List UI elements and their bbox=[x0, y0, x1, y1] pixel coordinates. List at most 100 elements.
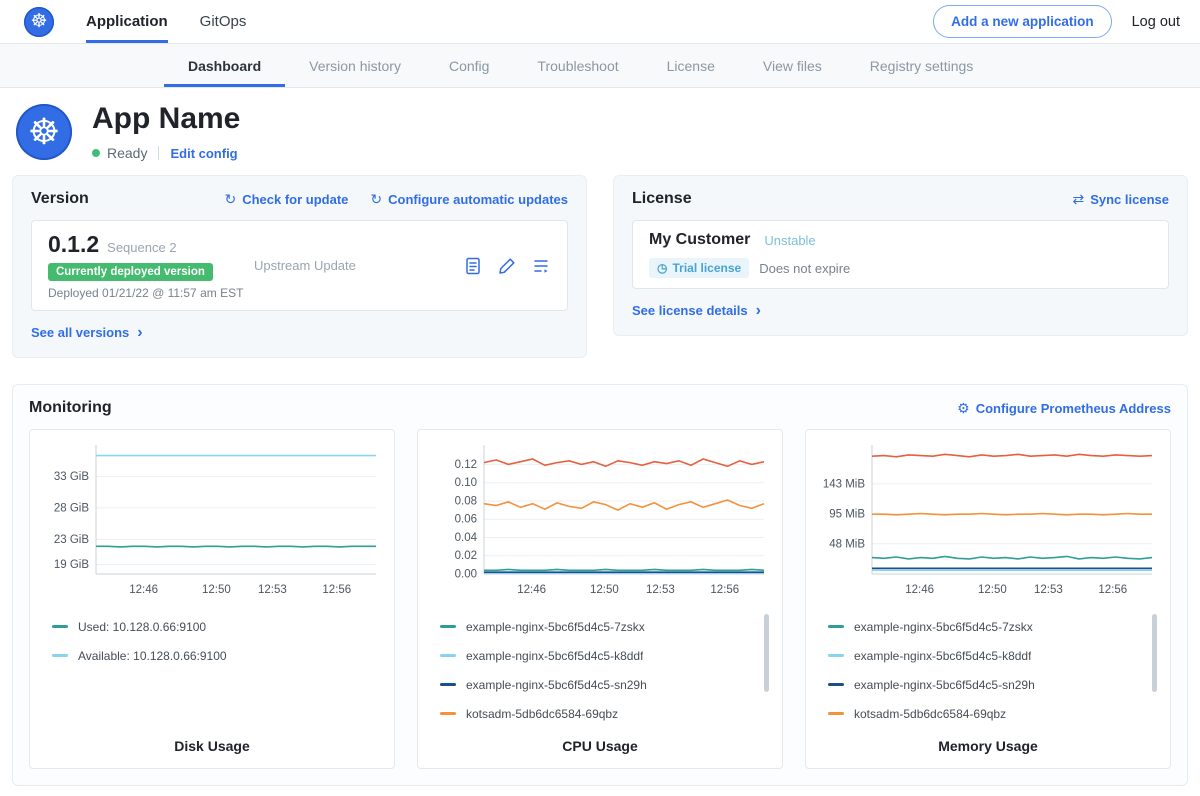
disk-usage-chart: 33 GiB28 GiB23 GiB19 GiB12:4612:5012:531… bbox=[40, 440, 384, 598]
sequence-label: Sequence 2 bbox=[107, 240, 176, 255]
legend-item[interactable]: example-nginx-5bc6f5d4c5-sn29h bbox=[828, 670, 1144, 699]
subnav-tab-license[interactable]: License bbox=[643, 44, 739, 87]
svg-text:0.08: 0.08 bbox=[455, 495, 477, 507]
trial-license-label: Trial license bbox=[672, 261, 741, 275]
legend-label: kotsadm-5db6dc6584-69qbz bbox=[466, 707, 618, 721]
expiry-text: Does not expire bbox=[759, 261, 850, 276]
legend-swatch bbox=[828, 654, 844, 657]
divider bbox=[158, 146, 159, 160]
deploy-logs-icon[interactable] bbox=[531, 256, 551, 276]
check-for-update-label: Check for update bbox=[242, 192, 348, 207]
edit-config-link[interactable]: Edit config bbox=[170, 146, 237, 161]
license-box: My Customer Unstable ◷ Trial license Doe… bbox=[632, 220, 1169, 289]
subnav-tab-version-history[interactable]: Version history bbox=[285, 44, 425, 87]
disk-usage-legend: Used: 10.128.0.66:9100 Available: 10.128.… bbox=[40, 612, 384, 670]
configure-auto-updates-link[interactable]: ↻ Configure automatic updates bbox=[370, 192, 568, 207]
version-card-title: Version bbox=[31, 190, 89, 208]
monitoring-section: Monitoring ⚙ Configure Prometheus Addres… bbox=[12, 384, 1188, 786]
gear-icon: ⚙ bbox=[957, 401, 970, 415]
legend-item[interactable]: kotsadm-5db6dc6584-69qbz bbox=[440, 699, 756, 728]
see-all-versions-label: See all versions bbox=[31, 325, 129, 340]
memory-usage-chart: 143 MiB95 MiB48 MiB12:4612:5012:5312:56 bbox=[816, 440, 1160, 598]
legend-label: example-nginx-5bc6f5d4c5-sn29h bbox=[466, 678, 647, 692]
svg-text:0.04: 0.04 bbox=[455, 532, 478, 544]
legend-label: kotsadm-5db6dc6584-69qbz bbox=[854, 707, 1006, 721]
cpu-usage-chart: 0.120.100.080.060.040.020.0012:4612:5012… bbox=[428, 440, 772, 598]
legend-swatch bbox=[828, 712, 844, 715]
legend-swatch bbox=[440, 654, 456, 657]
deployed-timestamp: Deployed 01/21/22 @ 11:57 am EST bbox=[48, 286, 254, 300]
svg-text:0.10: 0.10 bbox=[455, 477, 477, 489]
svg-text:33 GiB: 33 GiB bbox=[54, 471, 89, 483]
chevron-right-icon: › bbox=[137, 325, 142, 341]
subnav-tab-troubleshoot[interactable]: Troubleshoot bbox=[513, 44, 642, 87]
chevron-right-icon: › bbox=[756, 303, 761, 319]
legend-item[interactable]: example-nginx-5bc6f5d4c5-7zskx bbox=[828, 612, 1144, 641]
topnav-tabs: Application GitOps bbox=[54, 0, 246, 43]
app-logo: ☸ bbox=[16, 104, 72, 160]
license-card-title: License bbox=[632, 190, 692, 208]
legend-item[interactable]: Available: 10.128.0.66:9100 bbox=[52, 641, 384, 670]
memory-usage-title: Memory Usage bbox=[816, 728, 1160, 760]
subnav-tab-view-files[interactable]: View files bbox=[739, 44, 846, 87]
subnav-tab-registry-settings[interactable]: Registry settings bbox=[846, 44, 997, 87]
status-text: Ready bbox=[107, 145, 147, 161]
sync-license-link[interactable]: ⇄ Sync license bbox=[1072, 192, 1169, 207]
memory-usage-panel: 143 MiB95 MiB48 MiB12:4612:5012:5312:56 … bbox=[805, 429, 1171, 769]
svg-text:12:50: 12:50 bbox=[202, 584, 231, 596]
version-card: Version ↻ Check for update ↻ Configure a… bbox=[12, 175, 587, 358]
svg-text:0.12: 0.12 bbox=[455, 459, 477, 471]
kubernetes-wheel-icon: ☸ bbox=[30, 12, 47, 31]
kubernetes-logo[interactable]: ☸ bbox=[24, 7, 54, 37]
configure-prometheus-link[interactable]: ⚙ Configure Prometheus Address bbox=[957, 401, 1171, 416]
tab-application[interactable]: Application bbox=[86, 0, 168, 43]
svg-text:12:46: 12:46 bbox=[517, 584, 546, 596]
kubernetes-wheel-icon: ☸ bbox=[28, 114, 60, 150]
legend-item[interactable]: Used: 10.128.0.66:9100 bbox=[52, 612, 384, 641]
legend-swatch bbox=[440, 712, 456, 715]
svg-text:0.06: 0.06 bbox=[455, 514, 477, 526]
svg-text:12:50: 12:50 bbox=[978, 584, 1007, 596]
legend-item[interactable]: example-nginx-5bc6f5d4c5-sn29h bbox=[440, 670, 756, 699]
legend-swatch bbox=[440, 683, 456, 686]
legend-swatch bbox=[52, 625, 68, 628]
legend-scrollbar[interactable] bbox=[764, 614, 769, 692]
legend-label: example-nginx-5bc6f5d4c5-k8ddf bbox=[854, 649, 1031, 663]
cpu-usage-panel: 0.120.100.080.060.040.020.0012:4612:5012… bbox=[417, 429, 783, 769]
subnav-tab-dashboard[interactable]: Dashboard bbox=[164, 44, 285, 87]
memory-usage-legend: example-nginx-5bc6f5d4c5-7zskx example-ng… bbox=[816, 612, 1160, 728]
legend-scrollbar[interactable] bbox=[1152, 614, 1157, 692]
logout-link[interactable]: Log out bbox=[1132, 14, 1180, 30]
sync-license-label: Sync license bbox=[1090, 192, 1169, 207]
tab-gitops[interactable]: GitOps bbox=[200, 0, 247, 43]
legend-label: example-nginx-5bc6f5d4c5-7zskx bbox=[854, 620, 1033, 634]
customer-name: My Customer bbox=[649, 231, 750, 249]
legend-label: Used: 10.128.0.66:9100 bbox=[78, 620, 206, 634]
page-title: App Name bbox=[92, 102, 240, 136]
cards-row: Version ↻ Check for update ↻ Configure a… bbox=[0, 169, 1200, 358]
see-all-versions-link[interactable]: See all versions › bbox=[31, 325, 143, 341]
see-license-details-link[interactable]: See license details › bbox=[632, 303, 761, 319]
add-application-button[interactable]: Add a new application bbox=[933, 5, 1112, 38]
legend-item[interactable]: kotsadm-5db6dc6584-69qbz bbox=[828, 699, 1144, 728]
see-license-details-label: See license details bbox=[632, 303, 748, 318]
subnav-tab-config[interactable]: Config bbox=[425, 44, 513, 87]
subnav: DashboardVersion historyConfigTroublesho… bbox=[0, 44, 1200, 88]
status-dot bbox=[92, 149, 100, 157]
legend-swatch bbox=[828, 625, 844, 628]
legend-label: Available: 10.128.0.66:9100 bbox=[78, 649, 227, 663]
charts-row: 33 GiB28 GiB23 GiB19 GiB12:4612:5012:531… bbox=[29, 429, 1171, 769]
svg-text:23 GiB: 23 GiB bbox=[54, 534, 89, 546]
legend-item[interactable]: example-nginx-5bc6f5d4c5-7zskx bbox=[440, 612, 756, 641]
topnav-right: Add a new application Log out bbox=[933, 5, 1180, 38]
cpu-usage-title: CPU Usage bbox=[428, 728, 772, 760]
legend-item[interactable]: example-nginx-5bc6f5d4c5-k8ddf bbox=[828, 641, 1144, 670]
svg-text:28 GiB: 28 GiB bbox=[54, 502, 89, 514]
release-notes-icon[interactable] bbox=[463, 256, 483, 276]
svg-text:0.00: 0.00 bbox=[455, 569, 477, 581]
check-for-update-link[interactable]: ↻ Check for update bbox=[224, 192, 348, 207]
svg-text:0.02: 0.02 bbox=[455, 550, 477, 562]
edit-config-icon[interactable] bbox=[497, 256, 517, 276]
legend-swatch bbox=[52, 654, 68, 657]
legend-item[interactable]: example-nginx-5bc6f5d4c5-k8ddf bbox=[440, 641, 756, 670]
